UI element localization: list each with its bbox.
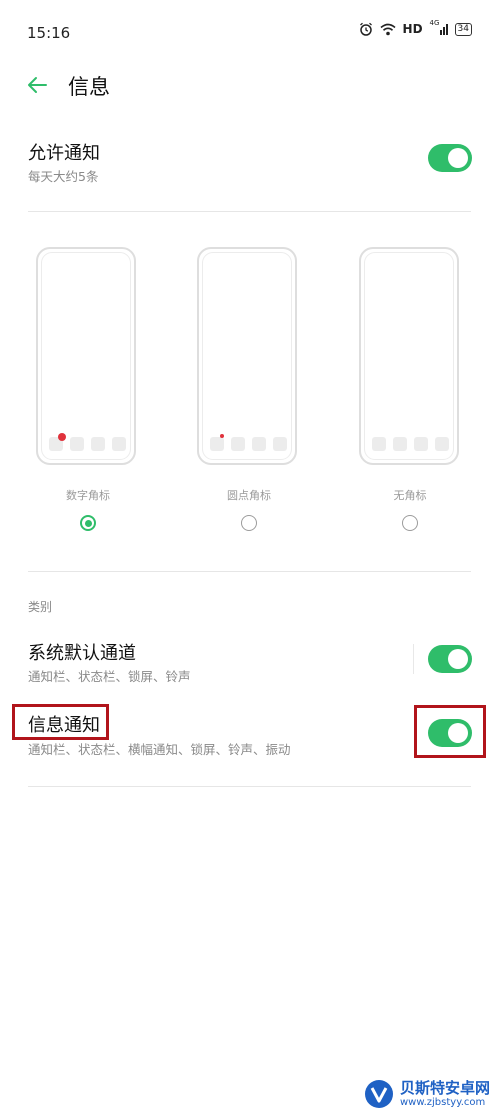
radio-number-badge[interactable]: [80, 515, 96, 531]
allow-notifications-title: 允许通知: [28, 143, 100, 164]
category-label: 类别: [28, 600, 53, 614]
watermark: 贝斯特安卓网 www.zjbstyy.com: [364, 1079, 490, 1109]
radio-dot-badge[interactable]: [241, 515, 257, 531]
signal-icon: 4G: [430, 19, 448, 35]
badge-style-label: 无角标: [393, 489, 427, 502]
watermark-url: www.zjbstyy.com: [399, 1096, 486, 1108]
channel-message-toggle[interactable]: [428, 719, 472, 747]
app-icon: [112, 437, 126, 451]
app-icon: [372, 437, 386, 451]
app-icon: [231, 437, 245, 451]
vertical-separator: [413, 644, 414, 674]
app-icon: [435, 437, 449, 451]
app-icon: [49, 433, 66, 451]
app-icon: [210, 434, 224, 451]
badge-preview-none[interactable]: [359, 247, 459, 465]
app-icon: [414, 437, 428, 451]
channel-message-subtitle: 通知栏、状态栏、横幅通知、锁屏、铃声、振动: [28, 742, 291, 757]
watermark-name: 贝斯特安卓网: [399, 1078, 490, 1097]
alarm-icon: [359, 22, 372, 36]
app-icon: [393, 437, 407, 451]
badge-preview-number[interactable]: [36, 247, 136, 465]
wifi-icon: [380, 23, 396, 35]
battery-icon: 34: [454, 22, 472, 36]
channel-default-toggle[interactable]: [428, 645, 472, 673]
toggle-knob: [448, 148, 468, 168]
back-arrow-icon[interactable]: [24, 72, 50, 98]
divider: [28, 786, 471, 787]
channel-message-title: 信息通知: [28, 715, 100, 736]
channel-default-subtitle: 通知栏、状态栏、锁屏、铃声: [28, 669, 191, 684]
toggle-knob: [448, 723, 468, 743]
allow-notifications-subtitle: 每天大约5条: [28, 169, 99, 184]
badge-preview-dot[interactable]: [197, 247, 297, 465]
radio-no-badge[interactable]: [402, 515, 418, 531]
number-badge-icon: [58, 433, 66, 441]
toggle-knob: [448, 649, 468, 669]
status-time: 15:16: [27, 24, 71, 42]
status-icons: HD 4G 34: [359, 19, 472, 36]
dot-badge-icon: [220, 434, 224, 438]
hd-indicator: HD: [402, 22, 423, 36]
app-icon: [273, 437, 287, 451]
badge-style-label: 圆点角标: [227, 489, 271, 502]
divider: [28, 571, 471, 572]
allow-notifications-toggle[interactable]: [428, 144, 472, 172]
app-icon: [252, 437, 266, 451]
badge-style-label: 数字角标: [66, 489, 110, 502]
network-type: 4G: [429, 18, 440, 27]
watermark-logo-icon: [364, 1080, 393, 1108]
app-icon: [91, 437, 105, 451]
channel-default-title: 系统默认通道: [28, 643, 136, 664]
divider: [28, 211, 471, 212]
page-title: 信息: [68, 75, 110, 99]
app-icon: [70, 437, 84, 451]
